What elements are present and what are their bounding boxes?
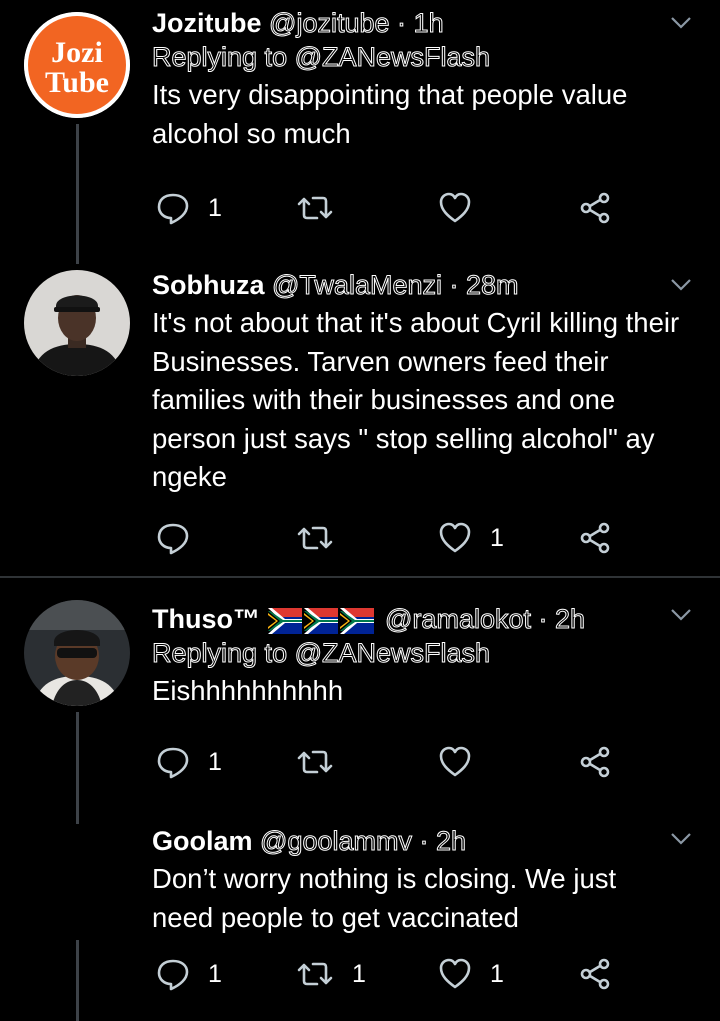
replying-to: Replying to @ZANewsFlash <box>151 636 690 670</box>
share-button[interactable] <box>578 518 612 558</box>
retweet-button[interactable]: 1 <box>296 954 366 994</box>
like-count: 1 <box>490 523 504 552</box>
share-button[interactable] <box>578 188 612 228</box>
share-icon <box>580 522 610 554</box>
chevron-down-icon[interactable] <box>670 608 692 622</box>
share-icon <box>580 746 610 778</box>
like-icon <box>439 522 471 553</box>
timestamp[interactable]: 2h <box>555 604 586 635</box>
avatar-photo <box>24 600 130 706</box>
retweet-button[interactable] <box>296 188 352 228</box>
reply-icon <box>157 193 189 225</box>
like-button[interactable] <box>438 188 490 228</box>
avatar-sobhuza[interactable] <box>24 270 130 376</box>
retweet-icon <box>297 750 333 774</box>
like-button[interactable] <box>438 742 490 782</box>
reply-count: 1 <box>208 747 222 776</box>
like-count: 1 <box>490 959 504 988</box>
reply-button[interactable]: 1 <box>156 954 222 994</box>
tweet-text: Its very disappointing that people value… <box>152 79 628 149</box>
author-name[interactable]: Thuso™ <box>152 604 260 634</box>
south-africa-flag-icon <box>267 607 374 634</box>
like-button[interactable]: 1 <box>438 954 504 994</box>
retweet-icon <box>297 962 333 986</box>
replying-prefix: Replying to <box>151 42 288 73</box>
timestamp[interactable]: 2h <box>436 826 467 857</box>
author-handle[interactable]: @TwalaMenzi <box>272 270 443 301</box>
share-button[interactable] <box>578 742 612 782</box>
avatar-photo <box>24 270 130 376</box>
timestamp[interactable]: 28m <box>466 270 520 301</box>
tweet-text: Don’t worry nothing is closing. We just … <box>152 863 617 933</box>
share-button[interactable] <box>578 954 612 994</box>
separator-dot: · <box>449 270 459 301</box>
avatar-jozitube[interactable]: Jozi Tube <box>24 12 130 118</box>
replying-to: Replying to @ZANewsFlash <box>151 40 690 74</box>
separator-dot: · <box>397 8 407 39</box>
tweet-thuso[interactable]: Thuso™ @ramalokot · 2h Replying to @ZANe… <box>0 580 720 824</box>
tweet-divider <box>0 576 720 578</box>
share-icon <box>580 958 610 990</box>
like-button[interactable]: 1 <box>438 518 504 558</box>
thread-line <box>76 124 79 264</box>
timestamp[interactable]: 1h <box>413 8 444 39</box>
retweet-count: 1 <box>352 959 366 988</box>
retweet-button[interactable] <box>296 518 352 558</box>
share-icon <box>580 192 610 224</box>
reply-icon <box>157 747 189 779</box>
author-name[interactable]: Jozitube <box>152 8 262 38</box>
separator-dot: · <box>538 604 548 635</box>
reply-button[interactable]: 1 <box>156 188 222 228</box>
reply-icon <box>157 959 189 991</box>
separator-dot: · <box>419 826 429 857</box>
chevron-down-icon[interactable] <box>670 16 692 30</box>
author-handle[interactable]: @jozitube <box>269 8 390 39</box>
like-icon <box>439 192 471 223</box>
reply-button[interactable]: 1 <box>156 742 222 782</box>
retweet-button[interactable] <box>296 742 352 782</box>
tweet-sobhuza[interactable]: Sobhuza @TwalaMenzi · 28m It's not about… <box>0 260 720 578</box>
thread-line <box>76 940 79 1021</box>
reply-button[interactable] <box>156 518 208 558</box>
svg-text:Jozi: Jozi <box>51 36 103 69</box>
retweet-icon <box>297 196 333 220</box>
jozitube-logo: Jozi Tube <box>24 12 130 118</box>
reply-count: 1 <box>208 193 222 222</box>
like-icon <box>439 958 471 989</box>
chevron-down-icon[interactable] <box>670 278 692 292</box>
retweet-icon <box>297 526 333 550</box>
author-handle[interactable]: @ramalokot <box>385 604 532 635</box>
author-handle[interactable]: @goolammv <box>260 826 413 857</box>
svg-text:Tube: Tube <box>45 66 109 99</box>
tweet-text: It's not about that it's about Cyril kil… <box>152 307 680 492</box>
replying-to-handle[interactable]: @ZANewsFlash <box>294 42 490 73</box>
like-icon <box>439 746 471 777</box>
tweet-text: Eishhhhhhhhhh <box>152 675 344 706</box>
reply-count: 1 <box>208 959 222 988</box>
replying-to-handle[interactable]: @ZANewsFlash <box>294 638 490 669</box>
author-name[interactable]: Goolam <box>152 826 253 856</box>
author-name[interactable]: Sobhuza <box>152 270 265 300</box>
chevron-down-icon[interactable] <box>670 832 692 846</box>
tweet-jozitube[interactable]: Jozi Tube Jozitube @jozitube · 1h Replyi… <box>0 0 720 264</box>
replying-prefix: Replying to <box>151 638 288 669</box>
reply-icon <box>157 523 189 555</box>
tweet-goolam[interactable]: Goolam @goolammv · 2h Don’t worry nothin… <box>0 804 720 1021</box>
avatar-thuso[interactable] <box>24 600 130 706</box>
